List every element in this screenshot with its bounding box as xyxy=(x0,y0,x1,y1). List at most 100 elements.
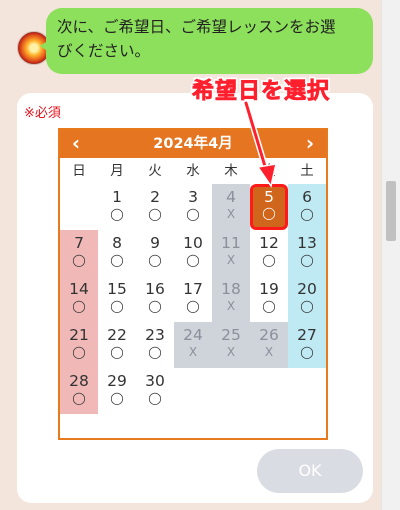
unavailable-mark: X xyxy=(226,207,236,221)
day-number: 29 xyxy=(107,372,127,390)
date-calendar: 2024年4月 ‹ › 日月火水木金土 1 ◯ 2 ◯ 3 ◯ 4 X 5 ◯ 6 ◯ 7 ◯ 8 ◯ 9 ◯ 10… xyxy=(58,128,328,440)
calendar-grid: 1 ◯ 2 ◯ 3 ◯ 4 X 5 ◯ 6 ◯ 7 ◯ 8 ◯ 9 ◯ 10 ◯ 11 X 12 ◯ 13 ◯ 14 ◯ 15 ◯ 16 ◯ 1… xyxy=(60,184,326,414)
weekday-label: 金 xyxy=(262,163,276,179)
scrollbar-thumb[interactable] xyxy=(386,181,396,241)
available-mark: ◯ xyxy=(148,299,162,313)
available-mark: ◯ xyxy=(300,253,314,267)
calendar-day-cell: 11 X xyxy=(212,230,250,276)
calendar-day-cell[interactable]: 7 ◯ xyxy=(60,230,98,276)
day-number: 7 xyxy=(74,234,84,252)
weekday-header-row: 日月火水木金土 xyxy=(60,160,326,182)
available-mark: ◯ xyxy=(72,345,86,359)
day-number: 14 xyxy=(69,280,89,298)
calendar-day-cell[interactable]: 14 ◯ xyxy=(60,276,98,322)
ok-button[interactable]: OK xyxy=(257,449,363,493)
available-mark: ◯ xyxy=(262,253,276,267)
annotation-callout: 希望日を選択 xyxy=(192,79,331,105)
calendar-empty-cell xyxy=(250,368,288,414)
day-number: 5 xyxy=(264,188,274,206)
day-number: 27 xyxy=(297,326,317,344)
calendar-day-cell[interactable]: 15 ◯ xyxy=(98,276,136,322)
day-number: 13 xyxy=(297,234,317,252)
next-month-button[interactable]: › xyxy=(296,130,324,158)
calendar-day-cell[interactable]: 30 ◯ xyxy=(136,368,174,414)
available-mark: ◯ xyxy=(110,207,124,221)
prev-month-button[interactable]: ‹ xyxy=(62,130,90,158)
available-mark: ◯ xyxy=(300,299,314,313)
chat-bubble: 次に、ご希望日、ご希望レッスンをお選 びください。 xyxy=(46,8,373,74)
unavailable-mark: X xyxy=(264,345,274,359)
day-number: 21 xyxy=(69,326,89,344)
required-label: ※必須 xyxy=(24,106,61,121)
weekday-label: 月 xyxy=(110,163,124,179)
available-mark: ◯ xyxy=(110,391,124,405)
calendar-empty-cell xyxy=(60,184,98,230)
available-mark: ◯ xyxy=(300,207,314,221)
calendar-empty-cell xyxy=(212,368,250,414)
available-mark: ◯ xyxy=(262,206,276,220)
calendar-day-selected[interactable]: 5 ◯ xyxy=(250,184,288,230)
day-number: 26 xyxy=(259,326,279,344)
day-number: 3 xyxy=(188,188,198,206)
day-number: 8 xyxy=(112,234,122,252)
available-mark: ◯ xyxy=(148,345,162,359)
calendar-week-row: 1 ◯ 2 ◯ 3 ◯ 4 X 5 ◯ 6 ◯ xyxy=(60,184,326,230)
calendar-day-cell[interactable]: 20 ◯ xyxy=(288,276,326,322)
unavailable-mark: X xyxy=(226,253,236,267)
available-mark: ◯ xyxy=(300,345,314,359)
available-mark: ◯ xyxy=(110,299,124,313)
calendar-day-cell[interactable]: 23 ◯ xyxy=(136,322,174,368)
calendar-day-cell[interactable]: 29 ◯ xyxy=(98,368,136,414)
calendar-day-cell[interactable]: 3 ◯ xyxy=(174,184,212,230)
calendar-day-cell[interactable]: 27 ◯ xyxy=(288,322,326,368)
calendar-empty-cell xyxy=(174,368,212,414)
calendar-day-cell: 4X xyxy=(212,184,250,230)
available-mark: ◯ xyxy=(148,391,162,405)
weekday-label: 木 xyxy=(224,163,238,179)
available-mark: ◯ xyxy=(262,299,276,313)
calendar-day-cell[interactable]: 9 ◯ xyxy=(136,230,174,276)
calendar-week-row: 21 ◯ 22 ◯ 23 ◯ 24 X 25 X 26 X 27 ◯ xyxy=(60,322,326,368)
calendar-day-cell[interactable]: 12 ◯ xyxy=(250,230,288,276)
calendar-day-cell[interactable]: 21 ◯ xyxy=(60,322,98,368)
calendar-day-cell[interactable]: 2 ◯ xyxy=(136,184,174,230)
day-number: 12 xyxy=(259,234,279,252)
day-number: 17 xyxy=(183,280,203,298)
weekday-label: 日 xyxy=(72,163,86,179)
day-number: 18 xyxy=(221,280,241,298)
unavailable-mark: X xyxy=(188,345,198,359)
unavailable-mark: X xyxy=(226,345,236,359)
calendar-day-cell[interactable]: 16 ◯ xyxy=(136,276,174,322)
day-number: 2 xyxy=(150,188,160,206)
available-mark: ◯ xyxy=(110,345,124,359)
day-number: 15 xyxy=(107,280,127,298)
calendar-day-cell: 18 X xyxy=(212,276,250,322)
calendar-day-cell[interactable]: 13 ◯ xyxy=(288,230,326,276)
day-number: 28 xyxy=(69,372,89,390)
available-mark: ◯ xyxy=(110,253,124,267)
available-mark: ◯ xyxy=(186,299,200,313)
chat-bubble-line-1: 次に、ご希望日、ご希望レッスンをお選 xyxy=(57,18,336,36)
scrollbar-track[interactable] xyxy=(381,0,400,510)
calendar-empty-cell xyxy=(288,368,326,414)
available-mark: ◯ xyxy=(186,253,200,267)
weekday-label: 水 xyxy=(186,163,200,179)
available-mark: ◯ xyxy=(148,253,162,267)
calendar-day-cell[interactable]: 8 ◯ xyxy=(98,230,136,276)
calendar-day-cell[interactable]: 22 ◯ xyxy=(98,322,136,368)
calendar-day-cell[interactable]: 6 ◯ xyxy=(288,184,326,230)
calendar-week-row: 7 ◯ 8 ◯ 9 ◯ 10 ◯ 11 X 12 ◯ 13 ◯ xyxy=(60,230,326,276)
calendar-day-cell[interactable]: 1 ◯ xyxy=(98,184,136,230)
day-number: 22 xyxy=(107,326,127,344)
day-number: 1 xyxy=(112,188,122,206)
calendar-day-cell[interactable]: 19 ◯ xyxy=(250,276,288,322)
day-number: 9 xyxy=(150,234,160,252)
day-number: 25 xyxy=(221,326,241,344)
calendar-day-cell[interactable]: 17 ◯ xyxy=(174,276,212,322)
calendar-day-cell[interactable]: 10 ◯ xyxy=(174,230,212,276)
weekday-label: 土 xyxy=(300,163,314,179)
calendar-day-cell: 26 X xyxy=(250,322,288,368)
available-mark: ◯ xyxy=(72,299,86,313)
calendar-day-cell[interactable]: 28 ◯ xyxy=(60,368,98,414)
calendar-day-cell: 25 X xyxy=(212,322,250,368)
